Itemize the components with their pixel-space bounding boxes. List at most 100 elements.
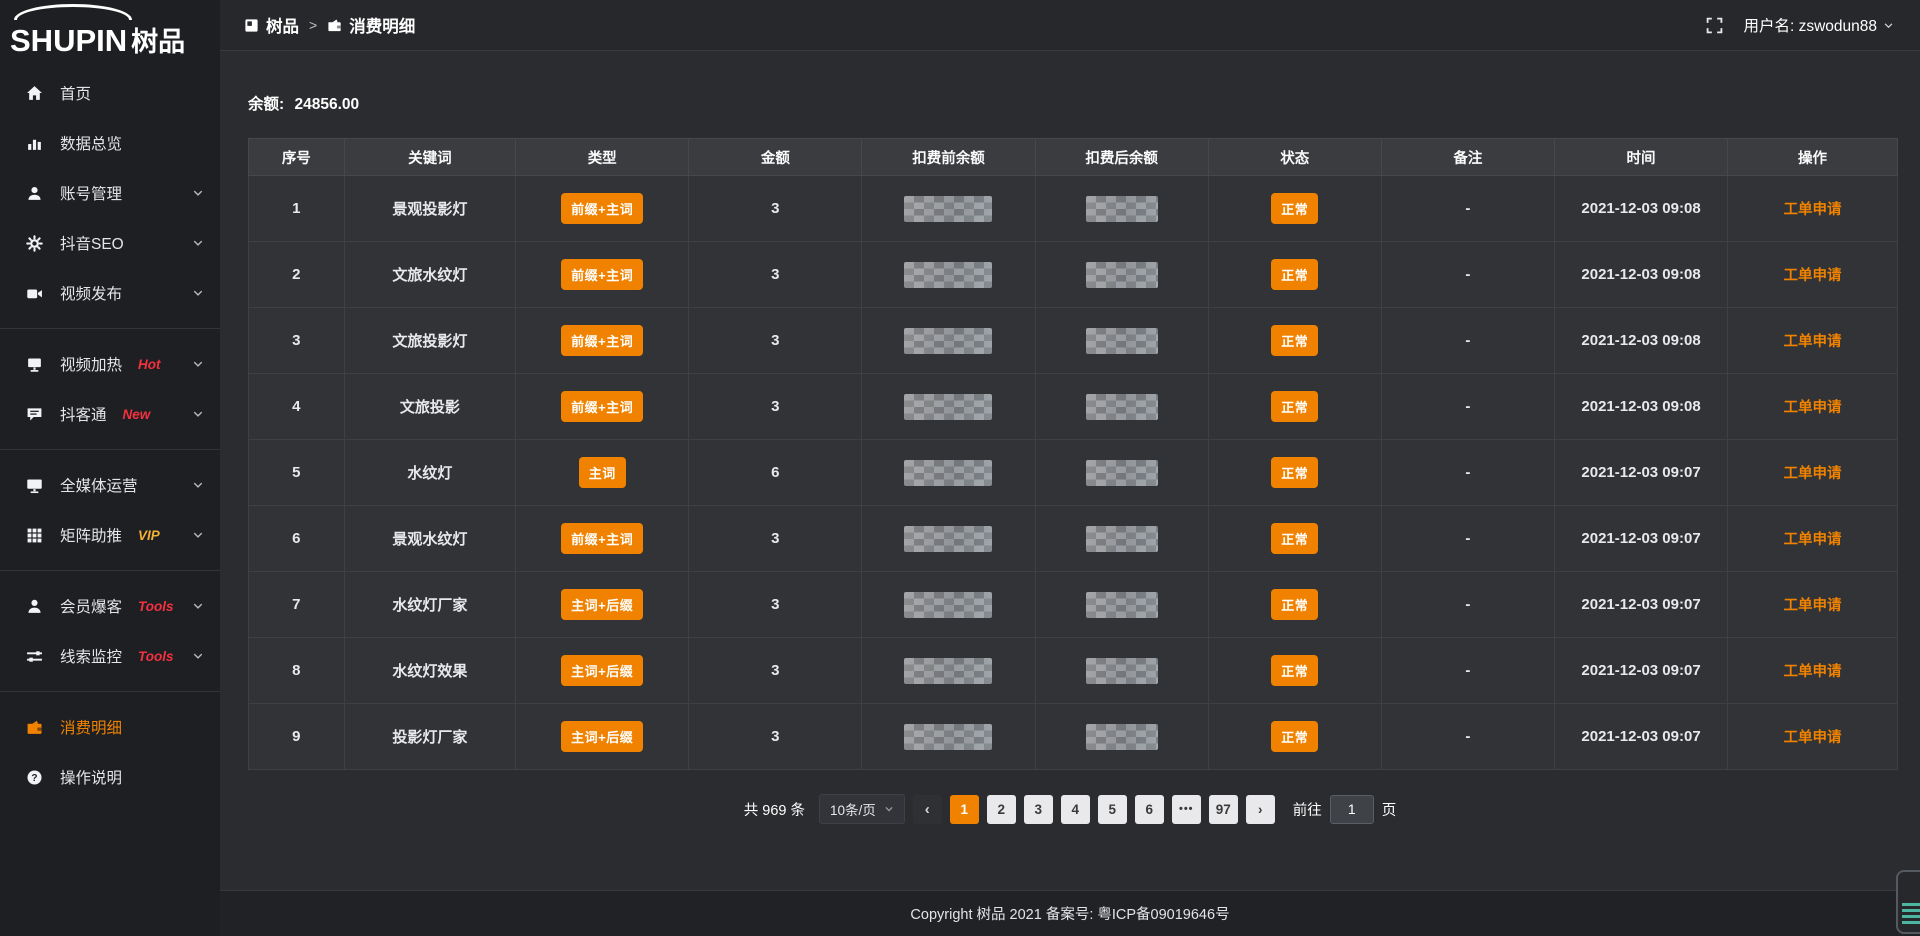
- sidebar-item-user[interactable]: 账号管理: [0, 168, 220, 218]
- sidebar-item-monitor[interactable]: 全媒体运营: [0, 460, 220, 510]
- page-button-97[interactable]: 97: [1209, 795, 1238, 824]
- cell-type: 主词+后缀: [516, 638, 689, 704]
- sidebar-divider: [0, 691, 220, 692]
- fullscreen-icon[interactable]: [1706, 17, 1723, 34]
- chevron-down-icon: [192, 287, 204, 299]
- sidebar-item-badge: Hot: [138, 357, 161, 372]
- sidebar-item-label: 数据总览: [60, 132, 122, 154]
- page-button-3[interactable]: 3: [1024, 795, 1053, 824]
- sidebar-item-home[interactable]: 首页: [0, 68, 220, 118]
- table-row: 3文旅投影灯前缀+主词3正常-2021-12-03 09:08工单申请: [249, 308, 1898, 374]
- table-row: 4文旅投影前缀+主词3正常-2021-12-03 09:08工单申请: [249, 374, 1898, 440]
- column-header: 备注: [1381, 139, 1554, 176]
- cell-action: 工单申请: [1728, 572, 1898, 638]
- status-badge: 正常: [1271, 391, 1318, 422]
- sidebar-item-label: 抖客通: [60, 403, 107, 425]
- blurred-balance-after: [1086, 526, 1158, 552]
- sidebar-item-sliders[interactable]: 线索监控Tools: [0, 631, 220, 681]
- logo-text-en: SHUPIN: [10, 25, 127, 56]
- cell-balance-before: [862, 176, 1035, 242]
- cell-type: 前缀+主词: [516, 242, 689, 308]
- blurred-balance-after: [1086, 658, 1158, 684]
- wallet-icon: [26, 718, 46, 736]
- page-button-1[interactable]: 1: [950, 795, 979, 824]
- sidebar-item-heat-monitor[interactable]: 视频加热Hot: [0, 339, 220, 389]
- cell-keyword: 景观水纹灯: [344, 506, 515, 572]
- pagination-next-button[interactable]: ›: [1246, 795, 1275, 824]
- work-order-link[interactable]: 工单申请: [1784, 202, 1842, 218]
- sidebar-item-question[interactable]: ?操作说明: [0, 752, 220, 802]
- pagination-prev-button[interactable]: ‹: [913, 795, 942, 824]
- cell-keyword: 文旅投影: [344, 374, 515, 440]
- sidebar-item-video-publish[interactable]: 视频发布: [0, 268, 220, 318]
- cell-action: 工单申请: [1728, 704, 1898, 770]
- topbar-right: 用户名: zswodun88: [1706, 14, 1894, 36]
- balance-label: 余额:: [248, 96, 284, 113]
- topbar: 树品 > 消费明细 用户名: zswodun88: [220, 0, 1920, 51]
- work-order-link[interactable]: 工单申请: [1784, 598, 1842, 614]
- pagination-ellipsis[interactable]: •••: [1172, 795, 1201, 824]
- column-header: 序号: [249, 139, 345, 176]
- floating-widget[interactable]: [1896, 870, 1920, 934]
- chevron-down-icon: [192, 358, 204, 370]
- work-order-link[interactable]: 工单申请: [1784, 268, 1842, 284]
- cell-amount: 3: [689, 572, 862, 638]
- user-menu[interactable]: 用户名: zswodun88: [1743, 14, 1894, 36]
- page-button-5[interactable]: 5: [1098, 795, 1127, 824]
- breadcrumb: 树品 > 消费明细: [244, 13, 415, 37]
- brand-logo[interactable]: SHUPIN 树品: [0, 0, 220, 64]
- breadcrumb-root-label: 树品: [266, 13, 299, 37]
- member-icon: [26, 597, 46, 615]
- work-order-link[interactable]: 工单申请: [1784, 730, 1842, 746]
- sidebar-item-member[interactable]: 会员爆客Tools: [0, 581, 220, 631]
- table-row: 8水纹灯效果主词+后缀3正常-2021-12-03 09:07工单申请: [249, 638, 1898, 704]
- cell-index: 5: [249, 440, 345, 506]
- page-button-4[interactable]: 4: [1061, 795, 1090, 824]
- sidebar-item-chat[interactable]: 抖客通New: [0, 389, 220, 439]
- sidebar-divider: [0, 328, 220, 329]
- type-badge: 前缀+主词: [561, 391, 643, 422]
- page-size-value: 10条/页: [830, 799, 876, 819]
- cell-status: 正常: [1208, 308, 1381, 374]
- goto-page-input[interactable]: [1330, 795, 1374, 824]
- cell-amount: 6: [689, 440, 862, 506]
- svg-text:?: ?: [31, 772, 37, 783]
- cell-index: 7: [249, 572, 345, 638]
- column-header: 状态: [1208, 139, 1381, 176]
- cell-amount: 3: [689, 176, 862, 242]
- cell-index: 1: [249, 176, 345, 242]
- cell-time: 2021-12-03 09:07: [1554, 704, 1727, 770]
- blurred-balance-before: [904, 460, 992, 486]
- cell-balance-before: [862, 638, 1035, 704]
- work-order-link[interactable]: 工单申请: [1784, 400, 1842, 416]
- sidebar-item-label: 消费明细: [60, 716, 122, 738]
- sidebar-item-badge: Tools: [138, 649, 174, 664]
- breadcrumb-separator: >: [309, 17, 317, 33]
- gear-icon: [26, 234, 46, 252]
- sidebar-item-grid[interactable]: 矩阵助推VIP: [0, 510, 220, 560]
- sidebar-item-bar-chart[interactable]: 数据总览: [0, 118, 220, 168]
- column-header: 类型: [516, 139, 689, 176]
- balance: 余额: 24856.00: [220, 52, 1920, 114]
- video-publish-icon: [26, 284, 46, 302]
- cell-balance-before: [862, 704, 1035, 770]
- cell-time: 2021-12-03 09:08: [1554, 242, 1727, 308]
- cell-action: 工单申请: [1728, 638, 1898, 704]
- page-size-select[interactable]: 10条/页: [819, 794, 905, 824]
- sidebar-item-gear[interactable]: 抖音SEO: [0, 218, 220, 268]
- pagination-goto: 前往 页: [1293, 795, 1397, 824]
- dashboard-icon: [244, 18, 259, 33]
- sidebar-item-wallet[interactable]: 消费明细: [0, 702, 220, 752]
- work-order-link[interactable]: 工单申请: [1784, 664, 1842, 680]
- work-order-link[interactable]: 工单申请: [1784, 466, 1842, 482]
- grid-icon: [26, 526, 46, 544]
- page-button-2[interactable]: 2: [987, 795, 1016, 824]
- breadcrumb-root[interactable]: 树品: [244, 13, 299, 37]
- cell-type: 主词: [516, 440, 689, 506]
- work-order-link[interactable]: 工单申请: [1784, 532, 1842, 548]
- cell-time: 2021-12-03 09:07: [1554, 440, 1727, 506]
- work-order-link[interactable]: 工单申请: [1784, 334, 1842, 350]
- blurred-balance-before: [904, 658, 992, 684]
- page-button-6[interactable]: 6: [1135, 795, 1164, 824]
- cell-time: 2021-12-03 09:07: [1554, 572, 1727, 638]
